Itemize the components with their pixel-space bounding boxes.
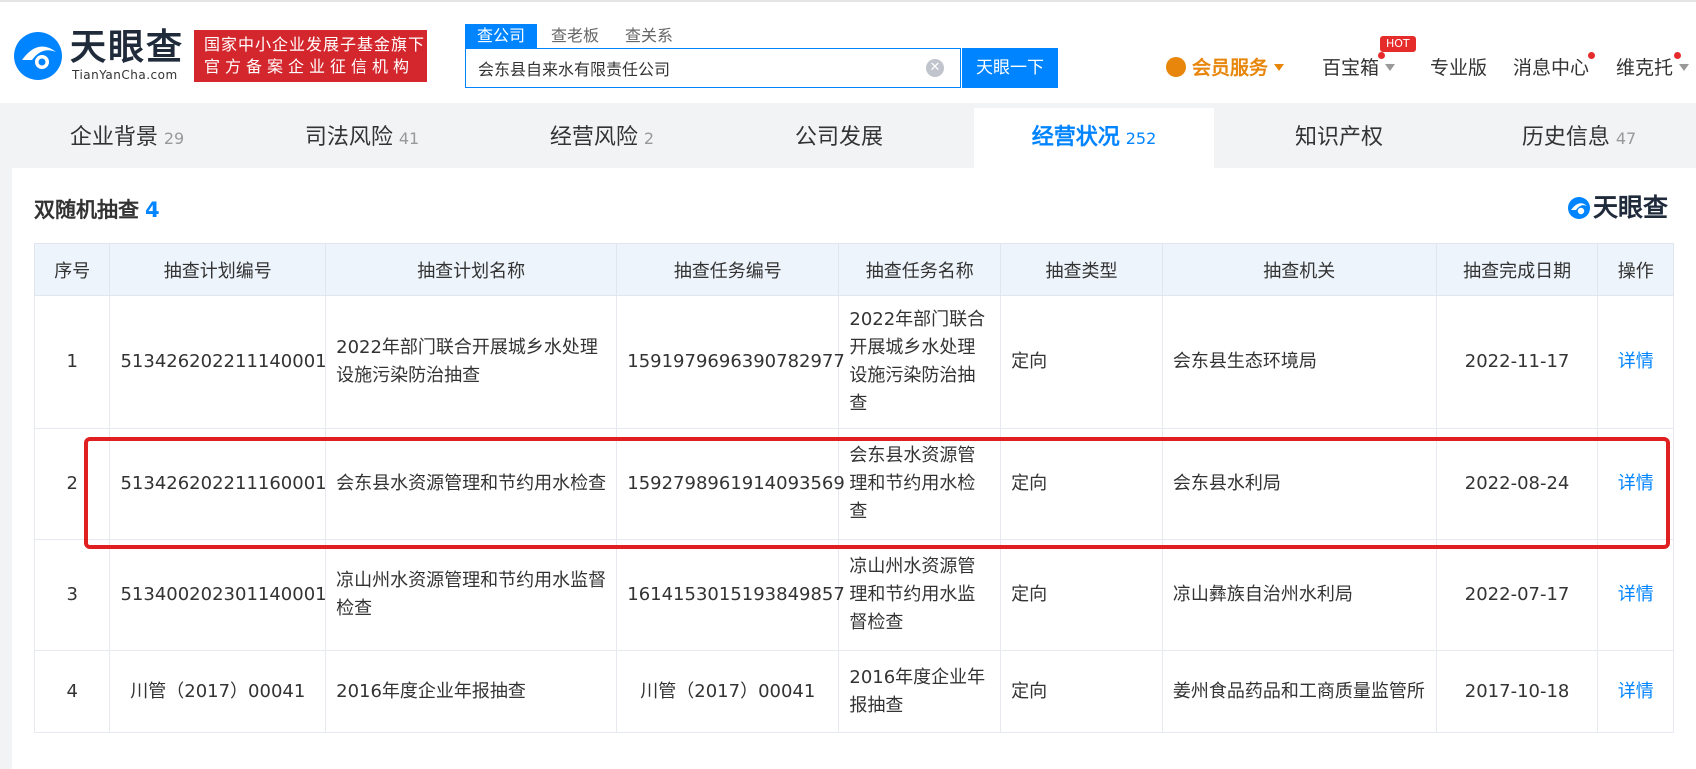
search-tab-company[interactable]: 查公司 (465, 24, 538, 48)
col-header: 抽查计划编号 (109, 243, 327, 296)
cell-index: 2 (33, 428, 111, 540)
cell-index: 1 (33, 295, 111, 429)
cell-plan-name: 2022年部门联合开展城乡水处理设施污染防治抽查 (325, 295, 618, 429)
details-link[interactable]: 详情 (1597, 295, 1674, 429)
cell-plan-id: 513426202211140001 (109, 295, 327, 429)
cell-task-id: 1614153015193849857 (616, 539, 845, 651)
cell-index: 3 (33, 539, 111, 651)
company-tab-bar: 企业背景 29 司法风险 41 经营风险 2 公司发展 经营状况 252 知识产权 历史… (12, 108, 1696, 168)
cell-type: 定向 (1000, 295, 1163, 429)
table-row: 2 513426202211160001 会东县水资源管理和节约用水检查 159… (33, 428, 1674, 540)
tab-company-development[interactable]: 公司发展 (722, 108, 962, 168)
cell-task-name: 2016年度企业年报抽查 (838, 650, 1002, 733)
top-header: 天眼查 TianYanCha.com 国家中小企业发展子基金旗下 官方备案企业征… (0, 0, 1696, 103)
details-link[interactable]: 详情 (1597, 428, 1674, 540)
inspection-table: 序号 抽查计划编号 抽查计划名称 抽查任务编号 抽查任务名称 抽查类型 抽查机关… (33, 243, 1674, 733)
cell-plan-name: 会东县水资源管理和节约用水检查 (325, 428, 618, 540)
cell-task-name: 凉山州水资源管理和节约用水监督检查 (838, 539, 1002, 651)
col-header: 抽查机关 (1161, 243, 1437, 296)
search-tab-relation[interactable]: 查关系 (625, 24, 673, 48)
col-header: 抽查类型 (1000, 243, 1163, 296)
message-dot (1588, 52, 1595, 59)
cell-task-id: 1592798961914093569 (616, 428, 845, 540)
table-row: 4 川管（2017）00041 2016年度企业年报抽查 川管（2017）000… (33, 650, 1674, 733)
table-row: 3 513400202301140001 凉山州水资源管理和节约用水监督检查 1… (33, 539, 1674, 651)
cell-plan-id: 513426202211160001 (109, 428, 327, 540)
notification-dot (1378, 52, 1385, 59)
cell-plan-name: 凉山州水资源管理和节约用水监督检查 (325, 539, 618, 651)
col-header: 抽查任务名称 (838, 243, 1002, 296)
tab-operating-risk[interactable]: 经营风险 2 (482, 108, 722, 168)
search-input[interactable] (466, 49, 896, 87)
cell-type: 定向 (1000, 650, 1163, 733)
cell-task-name: 会东县水资源管理和节约用水检查 (838, 428, 1002, 540)
logo-text: 天眼查 (70, 27, 185, 68)
search-button[interactable]: 天眼一下 (962, 48, 1058, 88)
vip-label: 会员服务 (1192, 57, 1269, 79)
cell-date: 2022-11-17 (1435, 295, 1599, 429)
logo-domain: TianYanCha.com (72, 68, 178, 82)
cell-task-id: 1591979696390782977 (616, 295, 845, 429)
logo-eye-icon (1568, 197, 1590, 219)
search-box: ✕ (465, 48, 961, 88)
chevron-down-icon (1385, 64, 1396, 71)
cell-date: 2022-07-17 (1435, 539, 1599, 651)
tab-intellectual-property[interactable]: 知识产权 (1222, 108, 1462, 168)
nav-pro-version[interactable]: 专业版 (1430, 54, 1487, 82)
username: 维克托 (1616, 57, 1674, 79)
crown-icon (1166, 57, 1186, 77)
col-header: 操作 (1597, 243, 1674, 296)
col-header: 序号 (33, 243, 111, 296)
cell-authority: 凉山彝族自治州水利局 (1161, 539, 1437, 651)
chevron-down-icon (1274, 64, 1285, 71)
cell-task-id: 川管（2017）00041 (616, 650, 840, 733)
user-dot (1674, 52, 1681, 59)
tab-history-info[interactable]: 历史信息 47 (1462, 108, 1696, 168)
clear-icon[interactable]: ✕ (926, 59, 944, 77)
tianyancha-logo[interactable]: 天眼查 TianYanCha.com (12, 26, 187, 84)
watermark-logo: 天眼查 (1567, 192, 1679, 224)
details-link[interactable]: 详情 (1597, 650, 1674, 733)
cell-authority: 姜州食品药品和工商质量监管所 (1161, 650, 1437, 733)
cell-plan-name: 2016年度企业年报抽查 (325, 650, 618, 733)
tab-operating-status[interactable]: 经营状况 252 (974, 108, 1214, 168)
nav-treasure-box-label: 百宝箱 (1322, 57, 1380, 79)
logo-eye-icon (14, 32, 62, 80)
cell-type: 定向 (1000, 428, 1163, 540)
cell-date: 2022-08-24 (1435, 428, 1599, 540)
search-tab-boss[interactable]: 查老板 (551, 24, 599, 48)
section-count: 4 (145, 198, 160, 222)
nav-treasure-box[interactable]: 百宝箱 (1322, 54, 1396, 82)
chevron-down-icon (1679, 64, 1690, 71)
section-title: 双随机抽查 4 (34, 198, 160, 222)
tab-company-background[interactable]: 企业背景 29 (12, 108, 242, 168)
col-header: 抽查计划名称 (325, 243, 618, 296)
vip-service-menu[interactable]: 会员服务 (1166, 54, 1285, 82)
inspection-section: 双随机抽查 4 天眼查 序号 抽查计划编号 抽查计划名称 抽查任务编号 抽查任务名… (12, 168, 1696, 769)
cell-plan-id: 513400202301140001 (109, 539, 327, 651)
badge-line-2: 官方备案企业征信机构 (204, 57, 415, 76)
table-header-row: 序号 抽查计划编号 抽查计划名称 抽查任务编号 抽查任务名称 抽查类型 抽查机关… (33, 243, 1674, 296)
cell-type: 定向 (1000, 539, 1163, 651)
cell-index: 4 (33, 650, 111, 733)
table-row: 1 513426202211140001 2022年部门联合开展城乡水处理设施污… (33, 295, 1674, 429)
tab-judicial-risk[interactable]: 司法风险 41 (242, 108, 482, 168)
col-header: 抽查任务编号 (616, 243, 840, 296)
col-header: 抽查完成日期 (1435, 243, 1599, 296)
hot-badge: HOT (1380, 36, 1416, 52)
cell-plan-id: 川管（2017）00041 (109, 650, 327, 733)
details-link[interactable]: 详情 (1597, 539, 1674, 651)
official-badge: 国家中小企业发展子基金旗下 官方备案企业征信机构 (194, 30, 427, 82)
cell-authority: 会东县生态环境局 (1161, 295, 1437, 429)
cell-authority: 会东县水利局 (1161, 428, 1437, 540)
cell-task-name: 2022年部门联合开展城乡水处理设施污染防治抽查 (838, 295, 1002, 429)
badge-line-1: 国家中小企业发展子基金旗下 (204, 35, 426, 54)
nav-message-center[interactable]: 消息中心 (1513, 54, 1589, 82)
cell-date: 2017-10-18 (1435, 650, 1599, 733)
